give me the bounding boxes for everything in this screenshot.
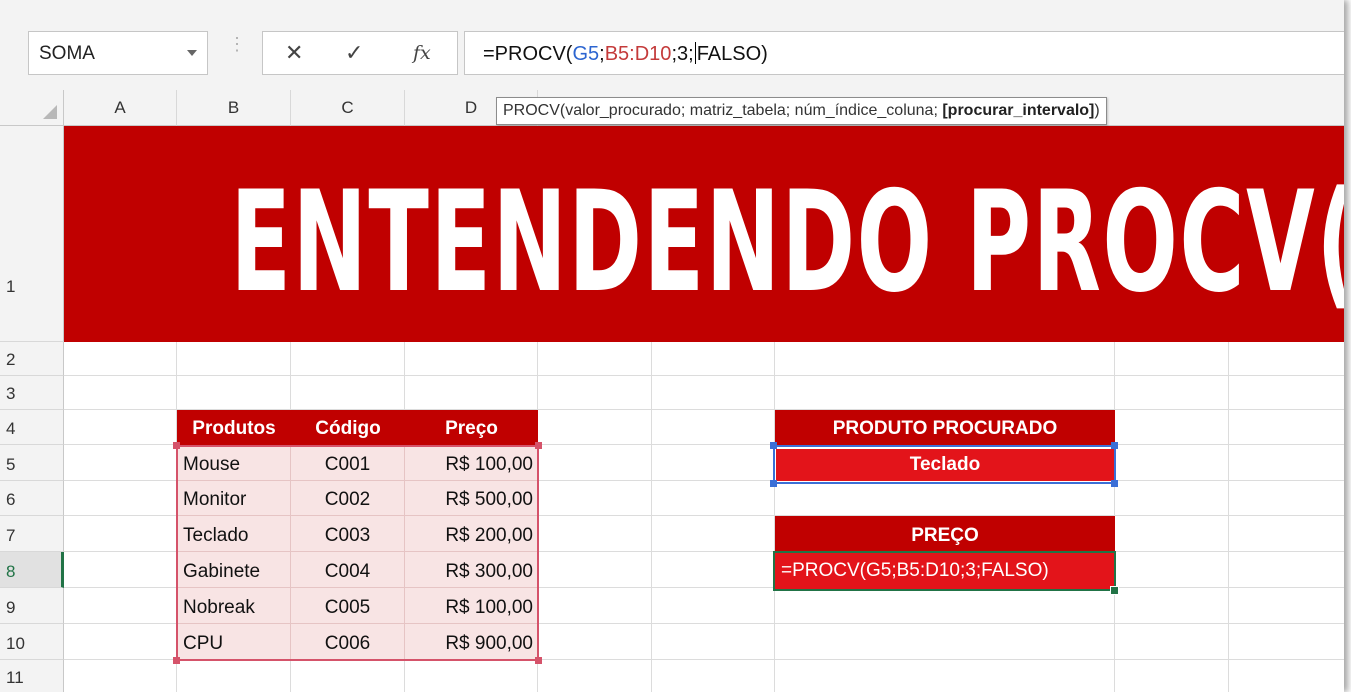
column-header-b[interactable]: B [177, 90, 291, 126]
select-all-corner[interactable] [0, 90, 64, 126]
row-header-3[interactable]: 3 [0, 376, 64, 410]
formula-text: =PROCV(G5;B5:D10;3; FALSO) [483, 42, 768, 65]
title-banner[interactable]: ENTENDENDO PROCV() [64, 126, 1344, 342]
table-cell[interactable]: R$ 300,00 [405, 552, 538, 588]
table-cell[interactable]: Mouse [177, 445, 291, 481]
table-cell[interactable]: C002 [291, 481, 405, 516]
table-cell[interactable]: Gabinete [177, 552, 291, 588]
range-handle[interactable] [1111, 442, 1118, 449]
table-cell[interactable]: Nobreak [177, 588, 291, 624]
fill-handle[interactable] [1110, 586, 1119, 595]
row-header-8[interactable]: 8 [0, 552, 64, 588]
function-tooltip: PROCV(valor_procurado; matriz_tabela; nú… [496, 97, 1107, 125]
name-box-value: SOMA [39, 43, 95, 64]
row-header-1[interactable]: 1 [0, 126, 64, 342]
row-header-2[interactable]: 2 [0, 342, 64, 376]
row-header-7[interactable]: 7 [0, 516, 64, 552]
enter-icon[interactable]: ✓ [345, 40, 363, 66]
table-cell[interactable]: R$ 100,00 [405, 588, 538, 624]
table-cell[interactable]: R$ 100,00 [405, 445, 538, 481]
table-header-produtos[interactable]: Produtos [177, 410, 291, 445]
formula-buttons: ✕ ✓ fx [262, 31, 458, 75]
row-header-6[interactable]: 6 [0, 481, 64, 516]
column-header-c[interactable]: C [291, 90, 405, 126]
table-cell[interactable]: R$ 200,00 [405, 516, 538, 552]
gridline [651, 342, 652, 692]
price-header[interactable]: PREÇO [775, 516, 1115, 552]
formula-bar: SOMA ⋮ ✕ ✓ fx =PROCV(G5;B5:D10;3; FALSO) [0, 0, 1344, 91]
range-handle[interactable] [770, 442, 777, 449]
gridline [64, 375, 1344, 376]
row-header-10[interactable]: 10 [0, 624, 64, 660]
excel-window: SOMA ⋮ ✕ ✓ fx =PROCV(G5;B5:D10;3; FALSO) … [0, 0, 1344, 692]
lookup-value-cell[interactable]: Teclado [776, 449, 1114, 481]
cancel-icon[interactable]: ✕ [285, 40, 303, 66]
formula-ref-range: B5:D10 [604, 43, 672, 65]
table-cell[interactable]: C006 [291, 624, 405, 660]
table-cell[interactable]: C004 [291, 552, 405, 588]
range-handle[interactable] [173, 442, 180, 449]
name-box[interactable]: SOMA [28, 31, 208, 75]
table-header-preco[interactable]: Preço [405, 410, 538, 445]
table-cell[interactable]: CPU [177, 624, 291, 660]
banner-title: ENTENDENDO PROCV() [230, 162, 1344, 324]
table-cell[interactable]: R$ 900,00 [405, 624, 538, 660]
insert-function-icon[interactable]: fx [413, 42, 431, 64]
table-cell[interactable]: R$ 500,00 [405, 481, 538, 516]
active-cell-formula[interactable]: =PROCV(G5;B5:D10;3;FALSO) [773, 551, 1116, 591]
table-cell[interactable]: C005 [291, 588, 405, 624]
range-handle[interactable] [1111, 480, 1118, 487]
chevron-down-icon[interactable] [187, 50, 197, 56]
text-caret [694, 42, 696, 64]
tooltip-bold-arg: [procurar_intervalo] [942, 102, 1095, 119]
table-cell[interactable]: Teclado [177, 516, 291, 552]
table-header-codigo[interactable]: Código [291, 410, 405, 445]
range-handle[interactable] [770, 480, 777, 487]
formula-ref-g5: G5 [572, 43, 600, 65]
row-header-9[interactable]: 9 [0, 588, 64, 624]
range-handle[interactable] [173, 657, 180, 664]
lookup-header[interactable]: PRODUTO PROCURADO [775, 410, 1115, 445]
range-handle[interactable] [535, 657, 542, 664]
select-all-icon [43, 105, 57, 119]
row-header-4[interactable]: 4 [0, 410, 64, 445]
row-header-5[interactable]: 5 [0, 445, 64, 481]
column-header-a[interactable]: A [64, 90, 177, 126]
formula-input[interactable]: =PROCV(G5;B5:D10;3; FALSO) [464, 31, 1344, 75]
table-cell[interactable]: C001 [291, 445, 405, 481]
table-cell[interactable]: C003 [291, 516, 405, 552]
drag-handle-icon[interactable]: ⋮ [228, 35, 246, 53]
range-handle[interactable] [535, 442, 542, 449]
table-cell[interactable]: Monitor [177, 481, 291, 516]
gridline [1228, 342, 1229, 692]
row-header-11[interactable]: 11 [0, 660, 64, 692]
